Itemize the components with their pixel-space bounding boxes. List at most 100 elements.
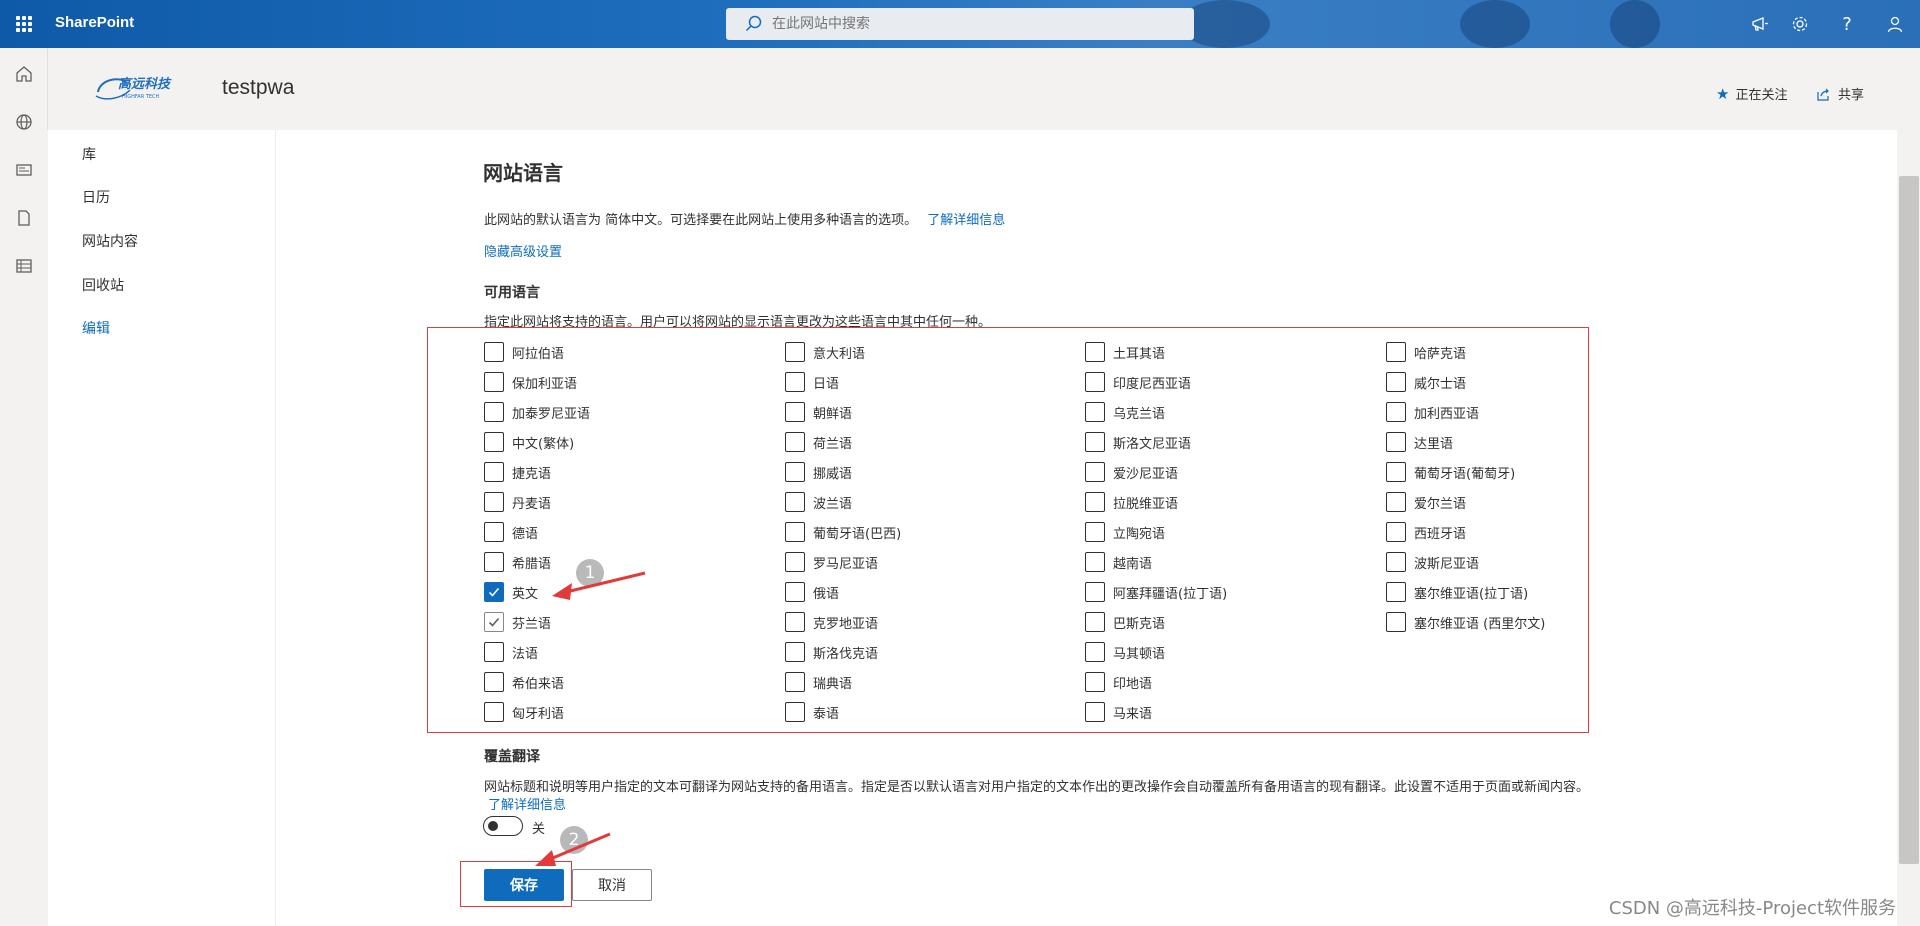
checkbox-box[interactable] <box>484 552 504 572</box>
checkbox-box[interactable] <box>1386 582 1406 602</box>
language-checkbox[interactable]: 加利西亚语 <box>1386 402 1479 422</box>
language-checkbox[interactable]: 爱沙尼亚语 <box>1085 462 1178 482</box>
checkbox-box[interactable] <box>1085 342 1105 362</box>
checkbox-box[interactable] <box>484 402 504 422</box>
language-checkbox[interactable]: 葡萄牙语(葡萄牙) <box>1386 462 1515 482</box>
checkbox-box[interactable] <box>1085 522 1105 542</box>
checkbox-box[interactable] <box>484 672 504 692</box>
checkbox-box[interactable] <box>484 642 504 662</box>
language-checkbox[interactable]: 达里语 <box>1386 432 1453 452</box>
checkbox-box[interactable] <box>484 372 504 392</box>
language-checkbox[interactable]: 马来语 <box>1085 702 1152 722</box>
language-checkbox[interactable]: 瑞典语 <box>785 672 852 692</box>
language-checkbox[interactable]: 印地语 <box>1085 672 1152 692</box>
language-checkbox[interactable]: 日语 <box>785 372 839 392</box>
language-checkbox[interactable]: 加泰罗尼亚语 <box>484 402 590 422</box>
nav-edit-link[interactable]: 编辑 <box>82 318 110 338</box>
checkbox-box[interactable] <box>1085 492 1105 512</box>
language-checkbox[interactable]: 拉脱维亚语 <box>1085 492 1178 512</box>
nav-item-site-contents[interactable]: 网站内容 <box>82 231 138 251</box>
checkbox-box[interactable] <box>1386 552 1406 572</box>
language-checkbox[interactable]: 斯洛文尼亚语 <box>1085 432 1191 452</box>
language-checkbox[interactable]: 葡萄牙语(巴西) <box>785 522 901 542</box>
language-checkbox[interactable]: 希伯来语 <box>484 672 564 692</box>
share-button[interactable]: 共享 <box>1816 84 1864 103</box>
language-checkbox[interactable]: 罗马尼亚语 <box>785 552 878 572</box>
override-toggle[interactable] <box>483 816 523 836</box>
nav-item-library[interactable]: 库 <box>82 144 96 164</box>
language-checkbox[interactable]: 越南语 <box>1085 552 1152 572</box>
checkbox-box[interactable] <box>785 672 805 692</box>
language-checkbox[interactable]: 法语 <box>484 642 538 662</box>
help-button[interactable]: ? <box>1823 0 1871 48</box>
language-checkbox[interactable]: 立陶宛语 <box>1085 522 1165 542</box>
language-checkbox[interactable]: 挪威语 <box>785 462 852 482</box>
checkbox-box[interactable] <box>1085 612 1105 632</box>
language-checkbox[interactable]: 波斯尼亚语 <box>1386 552 1479 572</box>
language-checkbox[interactable]: 阿拉伯语 <box>484 342 564 362</box>
nav-item-calendar[interactable]: 日历 <box>82 187 110 207</box>
checkbox-box[interactable] <box>1386 612 1406 632</box>
follow-button[interactable]: ★ 正在关注 <box>1716 84 1787 104</box>
checkbox-box[interactable] <box>1386 432 1406 452</box>
checkbox-box[interactable] <box>785 612 805 632</box>
checkbox-box[interactable] <box>1085 462 1105 482</box>
cancel-button[interactable]: 取消 <box>572 869 652 901</box>
language-checkbox[interactable]: 哈萨克语 <box>1386 342 1466 362</box>
language-checkbox[interactable]: 朝鲜语 <box>785 402 852 422</box>
language-checkbox[interactable]: 土耳其语 <box>1085 342 1165 362</box>
language-checkbox[interactable]: 乌克兰语 <box>1085 402 1165 422</box>
checkbox-box[interactable] <box>785 582 805 602</box>
checkbox-box[interactable] <box>1085 372 1105 392</box>
language-checkbox[interactable]: 斯洛伐克语 <box>785 642 878 662</box>
checkbox-box[interactable] <box>1386 342 1406 362</box>
search-input[interactable] <box>772 16 1172 32</box>
checkbox-box[interactable] <box>1085 582 1105 602</box>
app-launcher-button[interactable] <box>0 0 48 48</box>
checkbox-box[interactable] <box>1386 462 1406 482</box>
checkbox-box[interactable] <box>484 432 504 452</box>
site-logo[interactable]: 高远科技 HIGHFAR TECH <box>92 72 182 104</box>
language-checkbox[interactable]: 丹麦语 <box>484 492 551 512</box>
search-box[interactable] <box>726 8 1194 40</box>
language-checkbox[interactable]: 克罗地亚语 <box>785 612 878 632</box>
language-checkbox[interactable]: 巴斯克语 <box>1085 612 1165 632</box>
language-checkbox[interactable]: 马其顿语 <box>1085 642 1165 662</box>
checkbox-box[interactable] <box>484 462 504 482</box>
language-checkbox[interactable]: 捷克语 <box>484 462 551 482</box>
checkmark-icon[interactable] <box>484 612 504 632</box>
language-checkbox[interactable]: 波兰语 <box>785 492 852 512</box>
language-checkbox[interactable]: 塞尔维亚语(拉丁语) <box>1386 582 1528 602</box>
language-checkbox[interactable]: 俄语 <box>785 582 839 602</box>
checkbox-box[interactable] <box>1085 672 1105 692</box>
checkbox-box[interactable] <box>484 492 504 512</box>
override-learn-more-link[interactable]: 了解详细信息 <box>488 794 566 813</box>
language-checkbox[interactable]: 中文(繁体) <box>484 432 574 452</box>
language-checkbox[interactable]: 爱尔兰语 <box>1386 492 1466 512</box>
nav-item-recycle-bin[interactable]: 回收站 <box>82 275 124 295</box>
checkbox-box[interactable] <box>785 552 805 572</box>
language-checkbox[interactable]: 印度尼西亚语 <box>1085 372 1191 392</box>
language-checkbox[interactable]: 希腊语 <box>484 552 551 572</box>
save-button[interactable]: 保存 <box>484 869 564 901</box>
language-checkbox[interactable]: 英文 <box>484 582 538 602</box>
checkmark-icon[interactable] <box>484 582 504 602</box>
language-checkbox[interactable]: 塞尔维亚语 (西里尔文) <box>1386 612 1545 632</box>
checkbox-box[interactable] <box>785 492 805 512</box>
checkbox-box[interactable] <box>1386 522 1406 542</box>
settings-button[interactable] <box>1776 0 1824 48</box>
checkbox-box[interactable] <box>1085 642 1105 662</box>
language-checkbox[interactable]: 荷兰语 <box>785 432 852 452</box>
account-button[interactable] <box>1871 0 1919 48</box>
checkbox-box[interactable] <box>1085 552 1105 572</box>
hide-advanced-link[interactable]: 隐藏高级设置 <box>484 241 562 260</box>
checkbox-box[interactable] <box>785 522 805 542</box>
language-checkbox[interactable]: 泰语 <box>785 702 839 722</box>
language-checkbox[interactable]: 阿塞拜疆语(拉丁语) <box>1085 582 1227 602</box>
checkbox-box[interactable] <box>1085 432 1105 452</box>
language-checkbox[interactable]: 意大利语 <box>785 342 865 362</box>
checkbox-box[interactable] <box>484 522 504 542</box>
checkbox-box[interactable] <box>785 342 805 362</box>
checkbox-box[interactable] <box>484 702 504 722</box>
scrollbar-thumb[interactable] <box>1899 176 1919 864</box>
